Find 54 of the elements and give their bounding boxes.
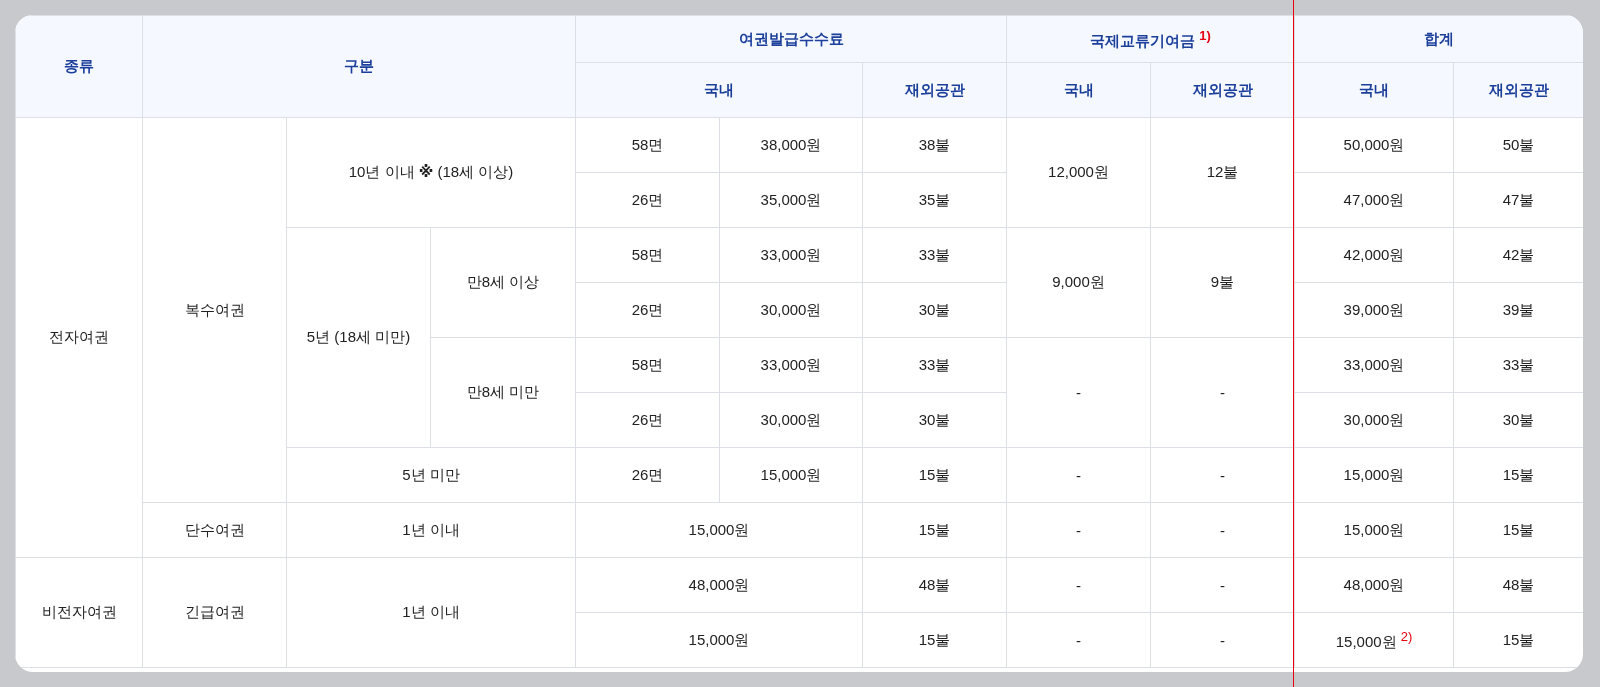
table-cell: -: [1006, 612, 1151, 668]
column-header: 국제교류기여금 $^{1)}$: [1006, 15, 1295, 63]
column-header: 재외공관: [1150, 62, 1295, 118]
table-cell: 12,000원: [1006, 117, 1151, 228]
table-cell: 30,000원: [719, 282, 863, 338]
table-cell: 5년 (18세 미만): [286, 227, 431, 448]
column-header: 국내: [1006, 62, 1151, 118]
table-cell: 58면: [575, 227, 720, 283]
table-cell: 33불: [862, 337, 1007, 393]
table-cell: 26면: [575, 392, 720, 448]
column-header: 국내: [575, 62, 863, 118]
table-cell: 48,000원: [575, 557, 863, 613]
table-cell: 비전자여권: [15, 557, 143, 668]
table-cell: 35,000원: [719, 172, 863, 228]
table-cell: 10년 이내 ※ (18세 이상): [286, 117, 576, 228]
table-cell: 만8세 이상: [430, 227, 576, 338]
column-header: 재외공관: [1453, 62, 1583, 118]
column-header: 재외공관: [862, 62, 1007, 118]
table-cell: 26면: [575, 447, 720, 503]
column-header: 여권발급수수료: [575, 15, 1007, 63]
table-cell: 33불: [862, 227, 1007, 283]
table-cell: -: [1006, 557, 1151, 613]
table-cell: 15,000원: [575, 612, 863, 668]
table-cell: 15,000원: [575, 502, 863, 558]
table-cell: -: [1006, 337, 1151, 448]
table-cell: 26면: [575, 282, 720, 338]
table-cell: 1년 이내: [286, 557, 576, 668]
table-cell: 26면: [575, 172, 720, 228]
table-cell: 15불: [862, 502, 1007, 558]
table-cell: 단수여권: [142, 502, 287, 558]
table-cell: 38불: [862, 117, 1007, 173]
column-header: 구분: [142, 15, 576, 118]
table-cell: 38,000원: [719, 117, 863, 173]
column-header: 종류: [15, 15, 143, 118]
column-header: 국내: [1294, 62, 1454, 118]
table-cell: 만8세 미만: [430, 337, 576, 448]
table-cell: 58면: [575, 117, 720, 173]
table-cell: 긴급여권: [142, 557, 287, 668]
table-cell: 15,000원: [719, 447, 863, 503]
table-cell: 1년 이내: [286, 502, 576, 558]
table-cell: 복수여권: [142, 117, 287, 503]
table-cell: -: [1006, 502, 1151, 558]
table-cell: 15불: [862, 612, 1007, 668]
table-cell: 33,000원: [719, 337, 863, 393]
table-cell: 48불: [862, 557, 1007, 613]
table-cell: 5년 미만: [286, 447, 576, 503]
table-cell: 전자여권: [15, 117, 143, 558]
table-cell: 30,000원: [719, 392, 863, 448]
table-cell: 58면: [575, 337, 720, 393]
column-header: 합계: [1294, 15, 1583, 63]
table-cell: 15불: [862, 447, 1007, 503]
table-cell: 33,000원: [719, 227, 863, 283]
table-cell: 9,000원: [1006, 227, 1151, 338]
table-cell: -: [1006, 447, 1151, 503]
